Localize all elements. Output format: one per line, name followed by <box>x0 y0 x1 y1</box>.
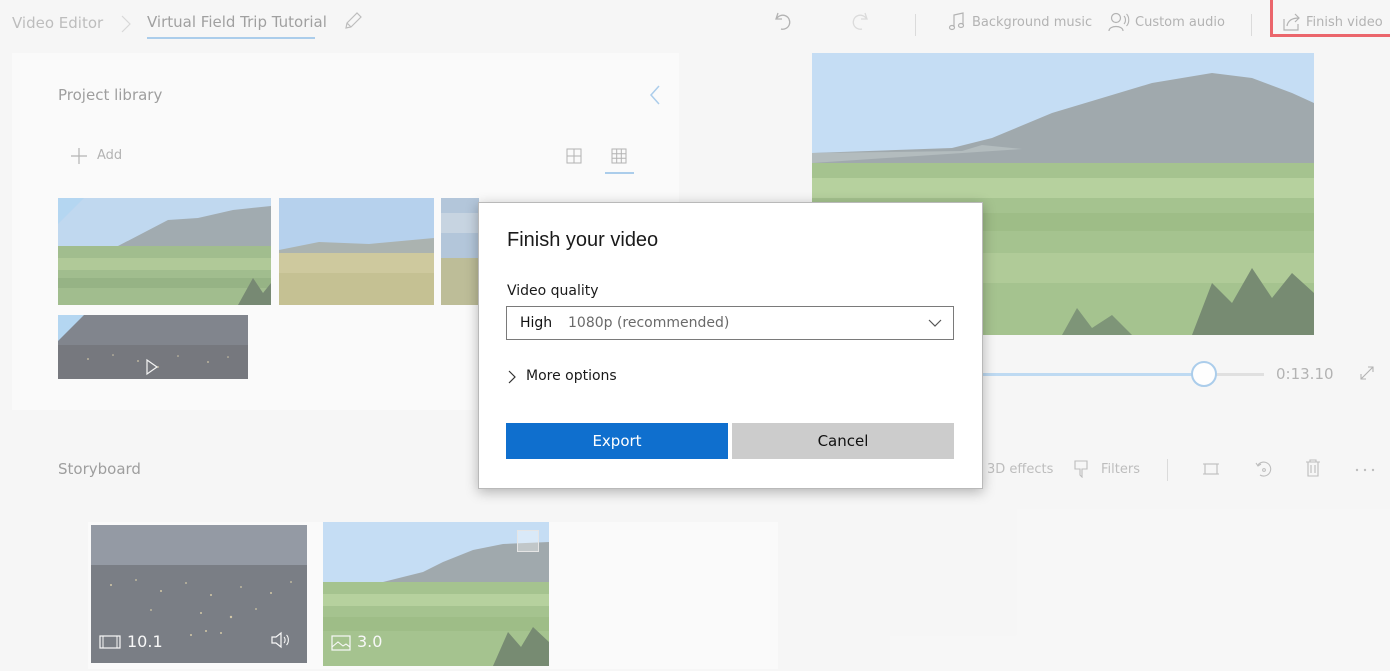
video-quality-label: Video quality <box>507 283 599 299</box>
quality-value-detail: 1080p (recommended) <box>568 315 730 331</box>
cancel-button[interactable]: Cancel <box>732 423 954 459</box>
quality-value-strong: High <box>520 315 553 331</box>
dialog-title: Finish your video <box>507 229 659 251</box>
chevron-right-icon[interactable] <box>506 369 518 385</box>
export-button[interactable]: Export <box>506 423 728 459</box>
chevron-down-icon <box>928 319 942 328</box>
video-quality-select[interactable]: High 1080p (recommended) <box>506 306 954 340</box>
more-options-toggle[interactable]: More options <box>526 368 617 384</box>
